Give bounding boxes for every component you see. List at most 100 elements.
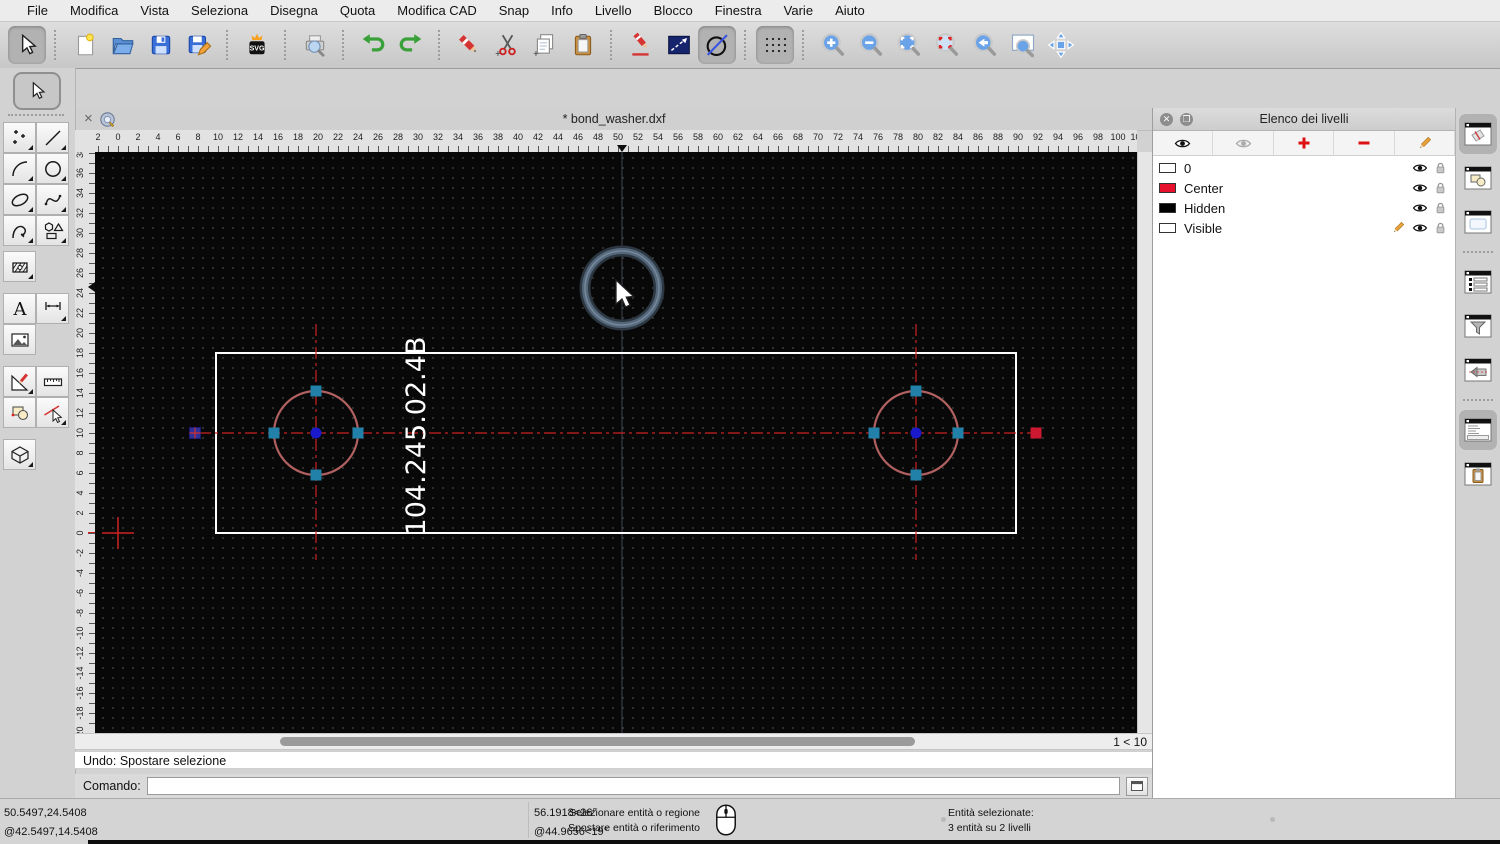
clipboard-window-button[interactable] (1459, 454, 1497, 494)
view-window-button[interactable] (1459, 350, 1497, 390)
edit-layer-button[interactable] (1395, 131, 1456, 155)
construction-circle-button[interactable] (698, 26, 736, 64)
horizontal-scrollbar[interactable]: 1 < 10 (75, 733, 1152, 750)
paste-clipboard-icon (574, 33, 592, 56)
ruler-label: 64 (752, 132, 764, 142)
selection-arrow-button[interactable] (8, 26, 46, 64)
selection-filter-window-button[interactable] (1459, 306, 1497, 346)
menu-item-finestra[interactable]: Finestra (704, 3, 773, 18)
print-preview-button[interactable] (296, 26, 334, 64)
ruler-label: 28 (75, 248, 85, 259)
measure-tool-button[interactable] (36, 366, 69, 397)
zoom-previous-button[interactable] (966, 26, 1004, 64)
part-number-label[interactable]: 104.245.02.4B (401, 337, 432, 536)
copy-button[interactable]: + (526, 26, 564, 64)
spline-tool-button[interactable] (36, 184, 69, 215)
centerline-end-handle-left[interactable] (189, 427, 201, 439)
menu-item-disegna[interactable]: Disegna (259, 3, 329, 18)
block-list-window-button[interactable] (1459, 158, 1497, 198)
selection-pointer-button[interactable] (13, 72, 61, 110)
layer-row[interactable]: Center (1153, 178, 1455, 198)
show-all-layers-button[interactable] (1153, 131, 1214, 155)
menu-item-snap[interactable]: Snap (488, 3, 540, 18)
points-tool-button[interactable] (3, 122, 36, 153)
command-options-button[interactable] (1126, 776, 1148, 796)
menu-item-quota[interactable]: Quota (329, 3, 386, 18)
polyline-tool-button[interactable] (3, 215, 36, 246)
layer-lock-icon[interactable] (1435, 221, 1446, 235)
add-layer-button[interactable] (1274, 131, 1335, 155)
zoom-pan-button[interactable] (1042, 26, 1080, 64)
menu-item-vista[interactable]: Vista (129, 3, 180, 18)
menu-item-livello[interactable]: Livello (584, 3, 643, 18)
command-input[interactable] (146, 777, 1120, 795)
menu-item-modifica[interactable]: Modifica (59, 3, 129, 18)
layer-lock-icon[interactable] (1435, 161, 1446, 175)
image-tool-button[interactable] (3, 324, 36, 355)
block-tool-button[interactable] (3, 397, 36, 428)
select-entity-tool-button[interactable] (36, 397, 69, 428)
circle-center-handle-left[interactable] (310, 427, 322, 439)
drawing-canvas[interactable]: 104.245.02.4B (95, 152, 1137, 733)
attribute-pen-button[interactable] (622, 26, 660, 64)
hide-all-layers-button[interactable] (1213, 131, 1274, 155)
erase-button[interactable] (450, 26, 488, 64)
paste-button[interactable] (564, 26, 602, 64)
menu-item-info[interactable]: Info (540, 3, 584, 18)
circle-center-handle-right[interactable] (910, 427, 922, 439)
layer-visibility-eye-icon[interactable] (1412, 202, 1428, 214)
layer-row[interactable]: Visible (1153, 218, 1455, 238)
layer-lock-icon[interactable] (1435, 181, 1446, 195)
save-as-button[interactable] (180, 26, 218, 64)
svg-export-button[interactable]: SVG (238, 26, 276, 64)
zoom-in-button[interactable] (814, 26, 852, 64)
property-editor-window-button[interactable] (1459, 262, 1497, 302)
line-attributes-button[interactable] (660, 26, 698, 64)
modify-tool-button[interactable] (3, 366, 36, 397)
layer-list-window-button[interactable] (1459, 114, 1497, 154)
text-tool-button[interactable]: A (3, 293, 36, 324)
library-browser-window-button[interactable] (1459, 202, 1497, 242)
layer-row[interactable]: 0 (1153, 158, 1455, 178)
layer-visibility-eye-icon[interactable] (1412, 222, 1428, 234)
new-document-button[interactable] (66, 26, 104, 64)
menu-item-modifica-cad[interactable]: Modifica CAD (386, 3, 487, 18)
arc-tool-button[interactable] (3, 153, 36, 184)
remove-layer-button[interactable] (1334, 131, 1395, 155)
zoom-window-button[interactable] (1004, 26, 1042, 64)
centerline-end-handle-right[interactable] (1030, 427, 1042, 439)
menu-item-blocco[interactable]: Blocco (643, 3, 704, 18)
save-button[interactable] (142, 26, 180, 64)
menu-item-seleziona[interactable]: Seleziona (180, 3, 259, 18)
zoom-auto-button[interactable] (890, 26, 928, 64)
vertical-scrollbar[interactable] (1137, 152, 1152, 733)
layer-lock-icon[interactable] (1435, 201, 1446, 215)
open-file-button[interactable] (104, 26, 142, 64)
zoom-out-button[interactable] (852, 26, 890, 64)
ruler-label: -4 (75, 569, 85, 578)
circle-tool-button[interactable] (36, 153, 69, 184)
command-line-window-button[interactable] (1459, 410, 1497, 450)
zoom-selection-button[interactable] (928, 26, 966, 64)
line-tool-button[interactable] (36, 122, 69, 153)
toolbar-separator (744, 30, 748, 60)
menu-item-varie[interactable]: Varie (773, 3, 824, 18)
menu-item-aiuto[interactable]: Aiuto (824, 3, 876, 18)
solid-3d-tool-button[interactable] (3, 439, 36, 470)
horizontal-scrollbar-thumb[interactable] (280, 737, 915, 746)
undo-button[interactable] (354, 26, 392, 64)
menu-item-file[interactable]: File (16, 3, 59, 18)
layer-row[interactable]: Hidden (1153, 198, 1455, 218)
layer-visibility-eye-icon[interactable] (1412, 182, 1428, 194)
washer-outline-rect[interactable] (215, 352, 1017, 534)
layer-edit-pencil-icon[interactable] (1391, 221, 1405, 235)
grid-toggle-button[interactable] (756, 26, 794, 64)
shapes-tool-button[interactable] (36, 215, 69, 246)
centerlines[interactable] (199, 324, 1034, 560)
layer-visibility-eye-icon[interactable] (1412, 162, 1428, 174)
redo-button[interactable] (392, 26, 430, 64)
cut-button[interactable]: + (488, 26, 526, 64)
hatch-tool-button[interactable] (3, 251, 36, 282)
dimension-tool-button[interactable] (36, 293, 69, 324)
ellipse-tool-button[interactable] (3, 184, 36, 215)
